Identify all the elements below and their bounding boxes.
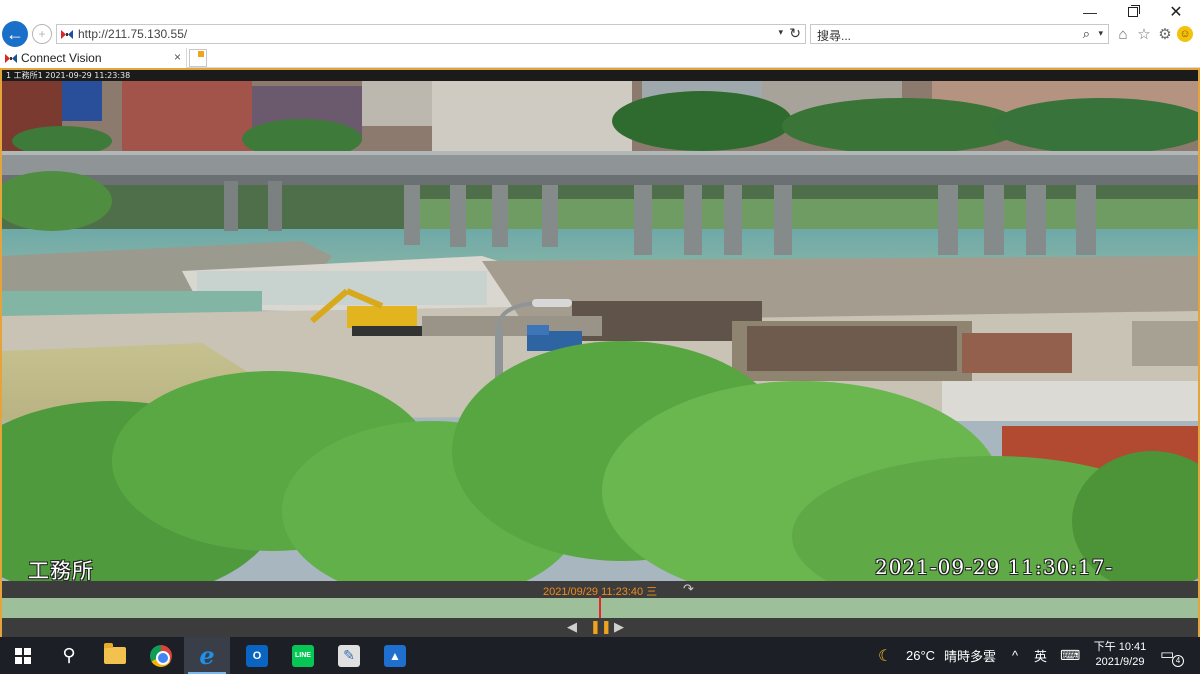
- navigation-bar: ← + http://211.75.130.55/ ▾ ↻ 搜尋... ⌕ ▾ …: [0, 20, 1200, 48]
- taskbar-file-explorer[interactable]: [92, 637, 138, 674]
- timeline-rewind-icon[interactable]: ↷: [683, 581, 694, 597]
- minimize-icon: —: [1083, 4, 1097, 20]
- taskbar-paint[interactable]: ✎: [326, 637, 372, 674]
- system-clock[interactable]: 下午 10:41 2021/9/29: [1090, 640, 1150, 670]
- timeline-playhead[interactable]: [599, 596, 601, 620]
- video-frame-image: [2, 81, 1198, 581]
- browser-tools: ⌂ ☆ ⚙ ☺: [1114, 24, 1200, 44]
- taskbar-chrome[interactable]: [138, 637, 184, 674]
- photos-icon: ▲: [384, 644, 406, 667]
- address-dropdown-icon[interactable]: ▾: [778, 27, 783, 38]
- line-icon: LINE: [292, 644, 314, 667]
- keyboard-icon[interactable]: ⌨: [1060, 637, 1080, 674]
- favorites-star-icon[interactable]: ☆: [1135, 25, 1153, 43]
- outlook-icon: O: [246, 644, 268, 667]
- tab-favicon-icon: [5, 54, 17, 63]
- weather-description[interactable]: 晴時多雲: [944, 637, 996, 674]
- forward-icon: +: [38, 27, 46, 41]
- window-titlebar: — ✕: [0, 0, 1200, 22]
- back-arrow-icon: ←: [6, 23, 24, 44]
- maximize-button[interactable]: [1115, 2, 1151, 22]
- camera-header: 1 工務所1 2021-09-29 11:23:38: [2, 70, 1198, 81]
- camera-label: 1 工務所1 2021-09-29 11:23:38: [6, 71, 131, 80]
- taskbar-search-button[interactable]: ⚲: [46, 637, 92, 674]
- previous-button[interactable]: ◀: [567, 619, 577, 635]
- search-placeholder[interactable]: 搜尋...: [817, 27, 851, 44]
- start-button[interactable]: [0, 637, 46, 674]
- search-icon[interactable]: ⌕: [1083, 26, 1090, 42]
- clock-date: 2021/9/29: [1095, 656, 1145, 668]
- taskbar: ⚲ e O LINE ✎ ▲ ☾ 26°C 晴時多雲 ^ 英 ⌨ 下午 10:4…: [0, 637, 1200, 674]
- playback-controls: ◀ ❚❚ ▶: [2, 618, 1198, 637]
- site-favicon-icon: [61, 30, 73, 39]
- weather-temperature[interactable]: 26°C: [906, 637, 935, 674]
- screen: — ✕ ← + http://211.75.130.55/ ▾ ↻ 搜尋... …: [0, 0, 1200, 674]
- refresh-icon[interactable]: ↻: [789, 25, 801, 42]
- url-text[interactable]: http://211.75.130.55/: [78, 27, 187, 41]
- input-method-indicator[interactable]: 英: [1034, 637, 1047, 674]
- feedback-smiley-icon[interactable]: ☺: [1177, 26, 1193, 42]
- search-box[interactable]: 搜尋... ⌕ ▾: [810, 24, 1109, 44]
- paint-icon: ✎: [338, 644, 360, 667]
- windows-logo-icon: [15, 647, 31, 664]
- internet-explorer-icon: e: [199, 641, 215, 670]
- osd-location-label: 工務所: [28, 559, 94, 581]
- forward-button[interactable]: +: [32, 24, 52, 44]
- taskbar-internet-explorer[interactable]: e: [184, 637, 230, 674]
- tab-title: Connect Vision: [21, 51, 102, 65]
- tab-close-icon[interactable]: ×: [174, 50, 181, 64]
- search-icon: ⚲: [62, 645, 76, 665]
- tab-connect-vision[interactable]: Connect Vision ×: [0, 48, 187, 68]
- next-button[interactable]: ▶: [614, 619, 624, 635]
- camera-viewer: 1 工務所1 2021-09-29 11:23:38 工務所 2021-09-2…: [0, 68, 1200, 637]
- minimize-button[interactable]: —: [1072, 2, 1108, 22]
- pause-button[interactable]: ❚❚: [590, 619, 612, 635]
- back-button[interactable]: ←: [2, 21, 28, 47]
- tab-bar: Connect Vision ×: [0, 48, 1200, 68]
- taskbar-outlook[interactable]: O: [234, 637, 280, 674]
- taskbar-photos[interactable]: ▲: [372, 637, 418, 674]
- show-hidden-icons-icon[interactable]: ^: [1012, 637, 1018, 674]
- search-dropdown-icon[interactable]: ▾: [1098, 28, 1103, 39]
- notification-count-badge: 4: [1172, 655, 1184, 667]
- taskbar-line[interactable]: LINE: [280, 637, 326, 674]
- restore-icon: [1128, 5, 1140, 17]
- chrome-icon: [150, 644, 172, 667]
- weather-moon-icon[interactable]: ☾: [878, 637, 892, 674]
- osd-timestamp: 2021-09-29 11:30:17-: [875, 555, 1114, 579]
- new-tab-button[interactable]: [189, 49, 207, 67]
- home-icon[interactable]: ⌂: [1114, 25, 1132, 43]
- settings-gear-icon[interactable]: ⚙: [1156, 25, 1174, 43]
- folder-icon: [104, 643, 126, 664]
- camera-video-feed[interactable]: 工務所 2021-09-29 11:30:17-: [2, 81, 1198, 581]
- close-window-button[interactable]: ✕: [1158, 2, 1194, 22]
- close-icon: ✕: [1169, 4, 1183, 21]
- clock-time: 下午 10:41: [1093, 641, 1147, 653]
- address-bar[interactable]: http://211.75.130.55/ ▾ ↻: [56, 24, 806, 44]
